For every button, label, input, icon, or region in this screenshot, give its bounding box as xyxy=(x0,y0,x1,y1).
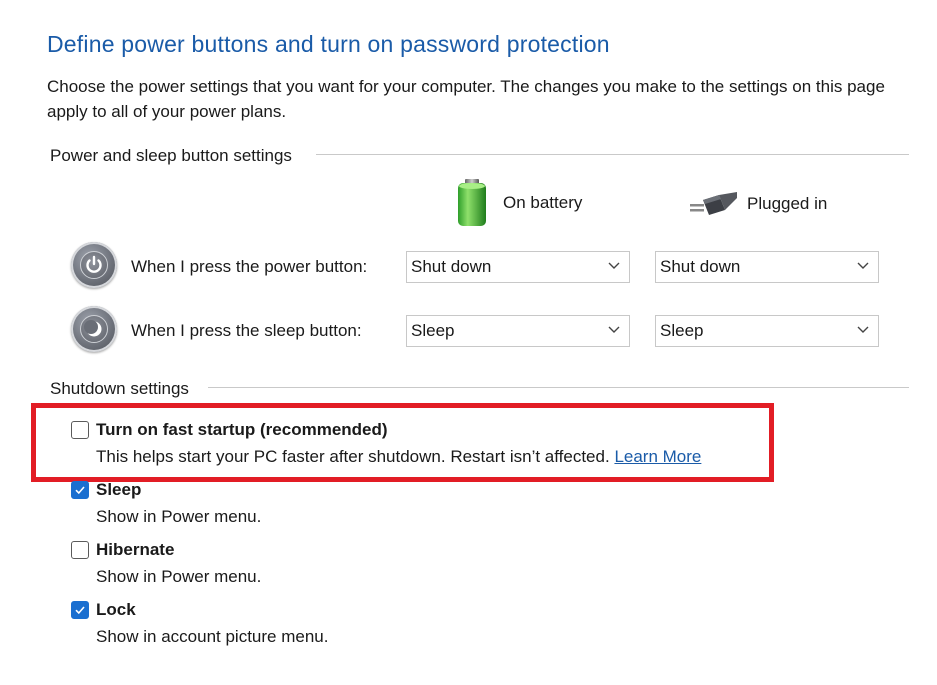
sleep-option-label[interactable]: Sleep xyxy=(96,480,141,500)
power-options-page: Define power buttons and turn on passwor… xyxy=(0,0,937,685)
sleep-option-description: Show in Power menu. xyxy=(96,507,262,526)
power-group-title: Power and sleep button settings xyxy=(50,146,302,166)
power-button-battery-select[interactable]: Shut down xyxy=(406,251,630,283)
chevron-down-icon xyxy=(608,262,620,269)
power-button-plugged-select[interactable]: Shut down xyxy=(655,251,879,283)
column-on-battery: On battery xyxy=(455,178,582,228)
select-value: Shut down xyxy=(660,257,741,276)
power-button-label: When I press the power button: xyxy=(131,257,368,276)
lock-option-description: Show in account picture menu. xyxy=(96,627,329,646)
sleep-checkbox[interactable] xyxy=(71,481,89,499)
shutdown-group-title: Shutdown settings xyxy=(50,379,199,399)
select-value: Sleep xyxy=(411,321,455,340)
select-value: Sleep xyxy=(660,321,704,340)
checkmark-icon xyxy=(75,606,85,615)
hibernate-option-label[interactable]: Hibernate xyxy=(96,540,174,560)
chevron-down-icon xyxy=(857,326,869,333)
column-plugged-in: Plugged in xyxy=(689,190,827,218)
sleep-button-plugged-select[interactable]: Sleep xyxy=(655,315,879,347)
group-divider xyxy=(316,154,909,155)
column-label-battery: On battery xyxy=(503,193,583,212)
select-value: Shut down xyxy=(411,257,492,276)
page-title: Define power buttons and turn on passwor… xyxy=(47,31,610,57)
group-divider xyxy=(208,387,909,388)
column-label-plugged: Plugged in xyxy=(747,194,828,213)
power-plug-icon xyxy=(689,190,739,218)
battery-icon xyxy=(455,178,489,228)
page-intro: Choose the power settings that you want … xyxy=(47,77,885,121)
chevron-down-icon xyxy=(608,326,620,333)
power-button-icon xyxy=(71,242,117,288)
sleep-button-battery-select[interactable]: Sleep xyxy=(406,315,630,347)
chevron-down-icon xyxy=(857,262,869,269)
sleep-button-icon xyxy=(71,306,117,352)
checkmark-icon xyxy=(75,486,85,495)
sleep-button-label: When I press the sleep button: xyxy=(131,321,362,340)
hibernate-option-description: Show in Power menu. xyxy=(96,567,262,586)
hibernate-checkbox[interactable] xyxy=(71,541,89,559)
lock-checkbox[interactable] xyxy=(71,601,89,619)
lock-option-label[interactable]: Lock xyxy=(96,600,136,620)
highlight-annotation xyxy=(31,403,774,482)
